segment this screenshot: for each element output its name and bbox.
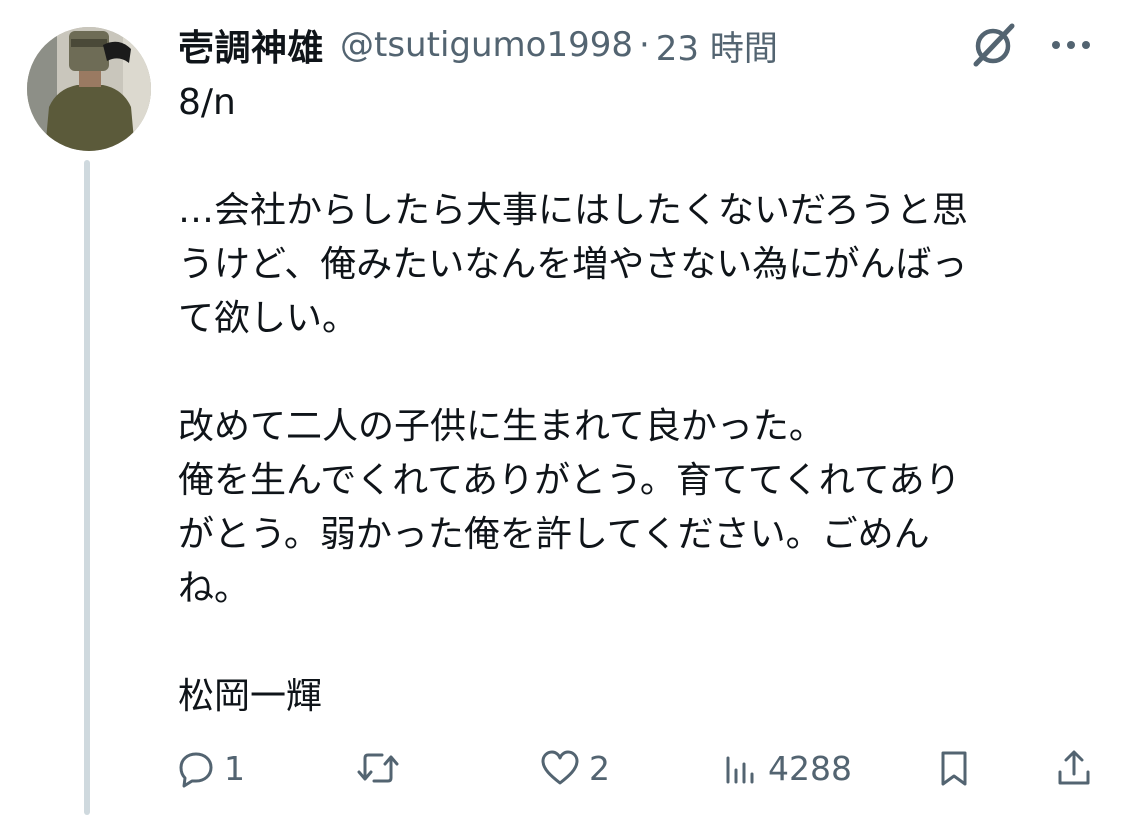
reply-icon [179, 752, 213, 788]
tweet-line: ね。 [178, 568, 251, 609]
tweet-paragraph: 8/n [178, 76, 1048, 130]
tweet-line: がとう。弱かった俺を許してください。ごめん [178, 514, 930, 555]
thread-connector-line [84, 160, 90, 815]
bookmark-button[interactable] [936, 740, 972, 796]
avatar-photo [27, 27, 151, 151]
tweet-line: 俺を生んでくれてありがとう。育ててくれてあり [178, 460, 961, 501]
views-icon [726, 756, 754, 784]
tweet-text: 8/n …会社からしたら大事にはしたくないだろうと思 うけど、俺みたいなんを増や… [178, 76, 1048, 724]
share-button[interactable] [1054, 740, 1094, 796]
tweet-paragraph: …会社からしたら大事にはしたくないだろうと思 うけど、俺みたいなんを増やさない為… [178, 184, 1048, 346]
reply-count: 1 [224, 748, 245, 788]
display-name[interactable]: 壱調神雄 [178, 19, 324, 71]
like-button[interactable]: 2 [539, 740, 610, 796]
views-count: 4288 [768, 748, 852, 788]
user-handle[interactable]: @tsutigumo1998 [340, 25, 633, 65]
tweet-paragraph: 改めて二人の子供に生まれて良かった。 俺を生んでくれてありがとう。育ててくれてあ… [178, 400, 1048, 616]
retweet-icon [357, 753, 399, 783]
tweet-line: 改めて二人の子供に生まれて良かった。 [178, 406, 825, 447]
more-icon[interactable] [1046, 22, 1096, 68]
grok-icon[interactable] [966, 20, 1020, 70]
tweet-line: うけど、俺みたいなんを増やさない為にがんばっ [178, 244, 968, 285]
tweet-line: …会社からしたら大事にはしたくないだろうと思 [178, 190, 968, 231]
like-count: 2 [589, 748, 610, 788]
retweet-button[interactable] [356, 740, 408, 796]
avatar[interactable] [27, 27, 151, 151]
tweet-header: 壱調神雄 @tsutigumo1998 · 23 時間 [178, 20, 778, 70]
reply-button[interactable]: 1 [176, 740, 245, 796]
header-separator: · [638, 25, 650, 65]
views-button[interactable]: 4288 [722, 740, 852, 796]
action-bar: 1 2 4288 [0, 740, 1125, 796]
share-icon [1058, 750, 1090, 785]
timestamp[interactable]: 23 時間 [656, 21, 778, 70]
tweet-signature: 松岡一輝 [178, 676, 323, 717]
tweet-line: て欲しい。 [178, 298, 359, 339]
bookmark-icon [941, 751, 967, 786]
like-icon [541, 750, 579, 785]
tweet-line: 8/n [178, 82, 236, 123]
tweet-paragraph: 松岡一輝 [178, 670, 1048, 724]
